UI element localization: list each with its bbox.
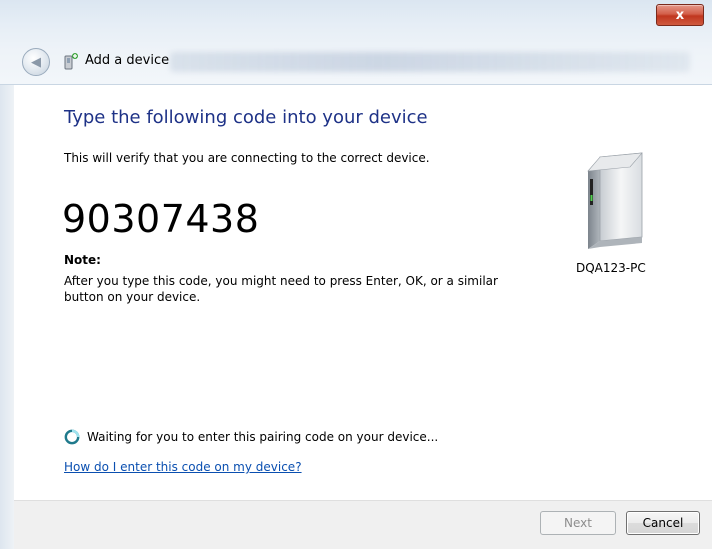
note-label: Note: — [64, 253, 101, 267]
next-button[interactable]: Next — [540, 511, 616, 535]
pairing-code: 90307438 — [62, 197, 260, 241]
dialog-footer: Next Cancel — [14, 500, 712, 549]
device-name: DQA123-PC — [576, 261, 646, 275]
description-text: This will verify that you are connecting… — [64, 151, 430, 165]
pc-tower-icon — [587, 152, 643, 249]
page-heading: Type the following code into your device — [64, 107, 428, 128]
window-left-frame — [0, 85, 15, 549]
help-link[interactable]: How do I enter this code on my device? — [64, 460, 302, 474]
add-device-icon — [64, 53, 78, 70]
waiting-status: Waiting for you to enter this pairing co… — [87, 430, 439, 444]
back-button[interactable]: ◀ — [22, 48, 50, 76]
close-icon: x — [675, 7, 685, 23]
add-device-window: x ◀ Add a device Type the following code… — [0, 0, 712, 549]
note-text: After you type this code, you might need… — [64, 274, 498, 304]
cancel-button[interactable]: Cancel — [626, 511, 700, 535]
back-arrow-icon: ◀ — [31, 54, 41, 70]
window-chrome: x ◀ Add a device — [0, 0, 712, 85]
close-button[interactable]: x — [656, 4, 704, 26]
address-bar-background — [170, 52, 690, 72]
spinner-icon — [64, 429, 80, 445]
window-title: Add a device — [85, 53, 170, 68]
main-content: Type the following code into your device… — [14, 85, 712, 500]
